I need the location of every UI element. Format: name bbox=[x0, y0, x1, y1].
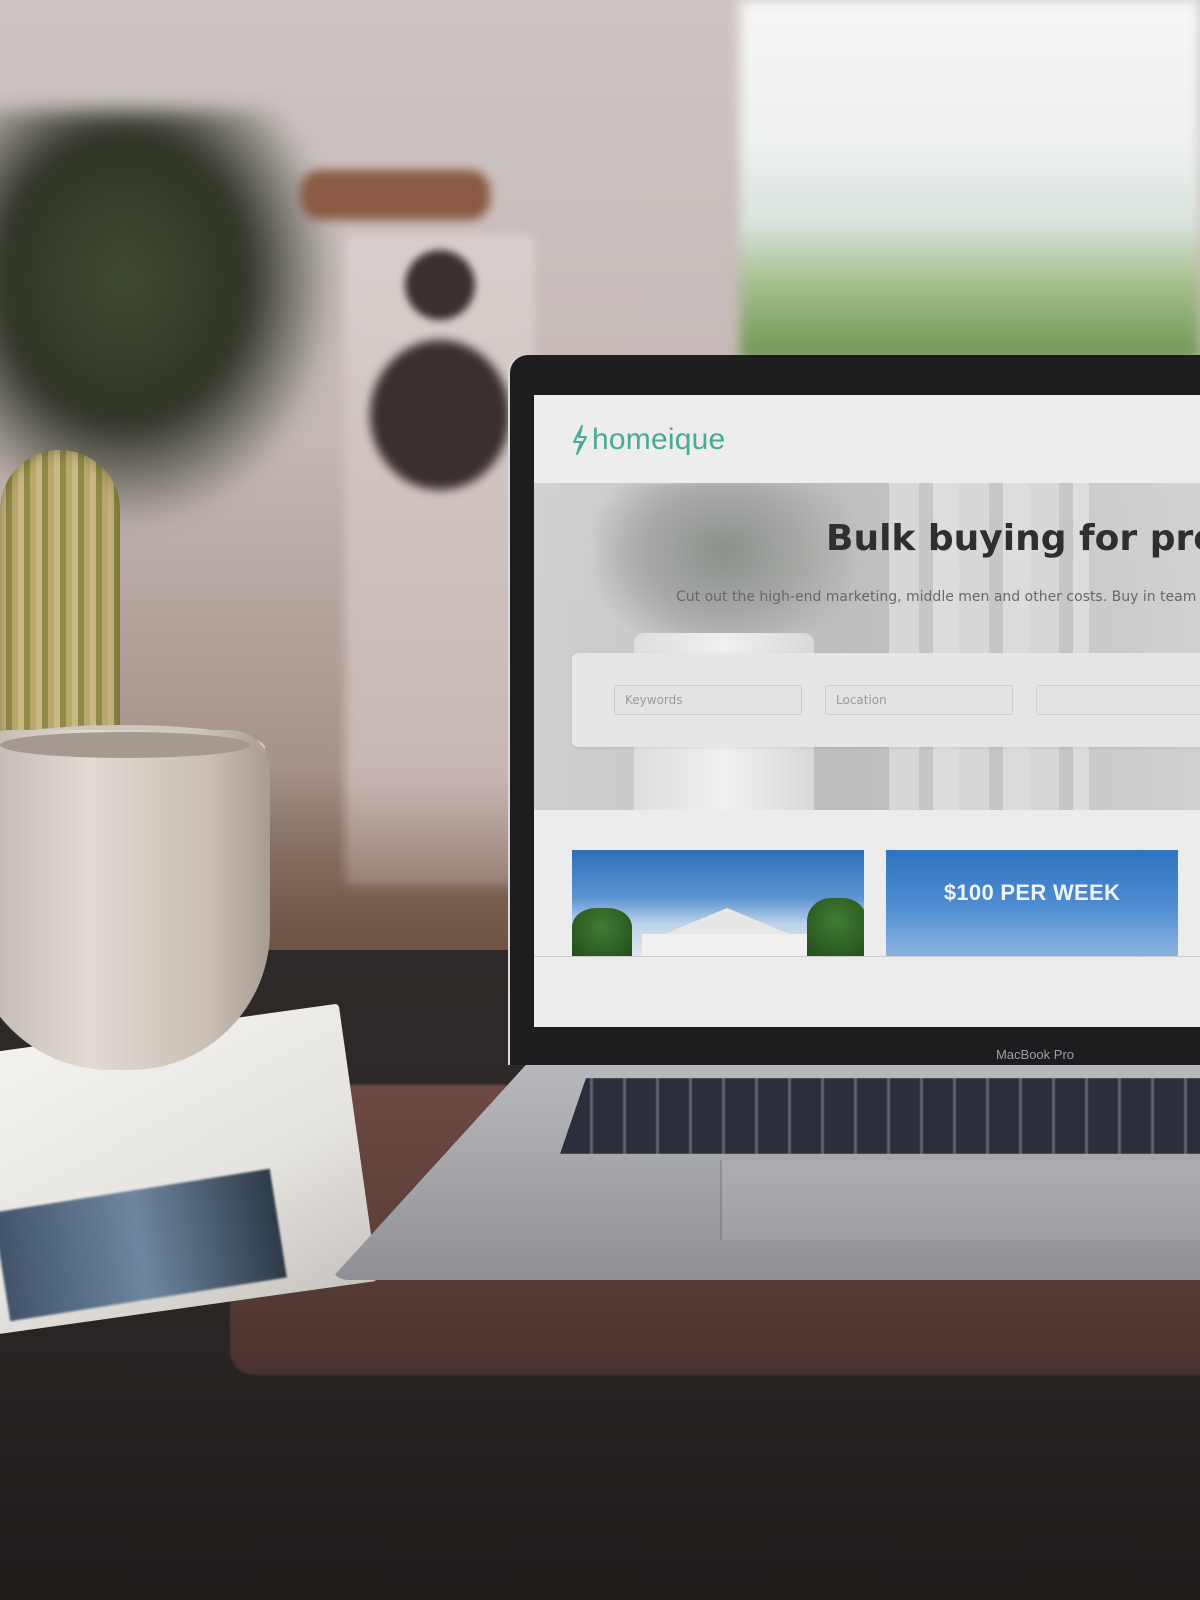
site-header: homeique bbox=[534, 395, 1200, 483]
laptop-model-label: MacBook Pro bbox=[995, 1047, 1075, 1062]
location-input[interactable]: Location bbox=[825, 685, 1013, 715]
speaker-woofer bbox=[370, 340, 510, 490]
listings-section: $100 PER WEEK bbox=[534, 810, 1200, 1027]
hero-title: Bulk buying for proper bbox=[826, 518, 1200, 559]
hero-plant-image bbox=[594, 483, 854, 653]
background-stand bbox=[300, 170, 490, 220]
hero-subtitle: Cut out the high-end marketing, middle m… bbox=[676, 589, 1197, 605]
keywords-input[interactable]: Keywords bbox=[614, 685, 802, 715]
promo-price: $100 PER WEEK bbox=[943, 880, 1121, 905]
speaker-tweeter bbox=[405, 250, 475, 320]
pot-soil bbox=[0, 732, 250, 758]
bolt-icon bbox=[573, 425, 587, 455]
brand-name: homeique bbox=[592, 423, 726, 456]
tree bbox=[572, 908, 632, 956]
laptop-keyboard bbox=[560, 1078, 1200, 1154]
site-logo[interactable]: homeique bbox=[570, 423, 725, 457]
house-body bbox=[642, 934, 812, 956]
section-divider bbox=[534, 956, 1200, 957]
tree bbox=[807, 898, 864, 956]
photo-scene: homeique Bulk buying for proper Cut out … bbox=[0, 0, 1200, 1600]
laptop-trackpad bbox=[720, 1160, 1200, 1240]
laptop-screen: homeique Bulk buying for proper Cut out … bbox=[534, 395, 1200, 1027]
third-search-input[interactable] bbox=[1036, 685, 1200, 715]
listing-card-promo[interactable]: $100 PER WEEK bbox=[886, 850, 1178, 956]
plant-pot bbox=[0, 730, 270, 1070]
hero-banner: Bulk buying for proper Cut out the high-… bbox=[534, 483, 1200, 810]
background-window bbox=[740, 0, 1200, 360]
search-panel: Keywords Location bbox=[572, 653, 1200, 747]
listing-card-house[interactable] bbox=[572, 850, 864, 956]
